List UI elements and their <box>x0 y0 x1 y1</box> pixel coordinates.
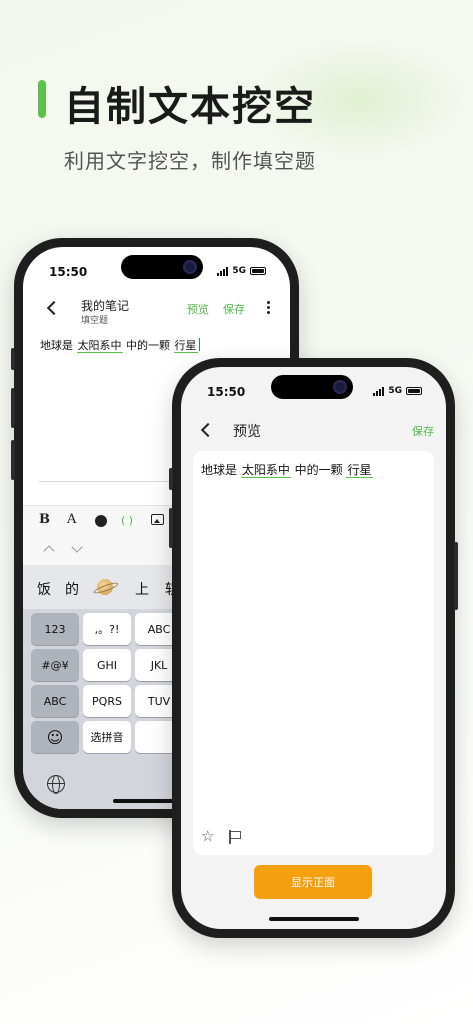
chevron-down-icon[interactable] <box>71 541 83 553</box>
preview-phone: 15:50 5G 预览 保存 地球是 太阳系中 中的一颗 行星 ☆ 显示正面 <box>169 358 458 938</box>
power-button <box>454 542 458 610</box>
more-icon[interactable] <box>267 301 271 314</box>
hero-title: 自制文本挖空 <box>64 84 316 130</box>
cloze-icon[interactable]: ( ) <box>121 514 133 527</box>
key-123[interactable]: 123 <box>31 613 79 645</box>
volume-down-button <box>11 440 15 480</box>
network-label: 5G <box>232 266 246 276</box>
key-pqrs[interactable]: PQRS <box>83 685 131 717</box>
status-time: 15:50 <box>49 265 88 279</box>
key-abc-mode[interactable]: ABC <box>31 685 79 717</box>
cloze-blank[interactable]: 太阳系中 <box>240 463 291 478</box>
key-symbols[interactable]: #@¥ <box>31 649 79 681</box>
side-button <box>11 348 15 370</box>
volume-up-button <box>11 388 15 428</box>
color-dot-icon[interactable] <box>95 515 107 527</box>
note-editor[interactable]: 地球是 太阳系中 中的一颗 行星 <box>40 337 200 353</box>
status-right: 5G <box>217 266 266 276</box>
preview-header: 预览 保存 <box>181 407 446 451</box>
note-text-segment: 中的一颗 <box>122 339 174 352</box>
cloze-blank[interactable]: 行星 <box>173 339 198 353</box>
save-button[interactable]: 保存 <box>412 423 434 439</box>
camera-icon <box>183 260 197 274</box>
card-text: 地球是 太阳系中 中的一颗 行星 <box>201 461 373 478</box>
planet-emoji-icon[interactable] <box>97 579 113 595</box>
side-button <box>169 468 173 490</box>
battery-icon <box>406 387 422 395</box>
chevron-up-icon[interactable] <box>43 545 55 557</box>
preview-title: 预览 <box>233 424 261 440</box>
back-icon[interactable] <box>200 422 216 438</box>
hero-subtitle: 利用文字挖空，制作填空题 <box>64 149 316 173</box>
signal-icon <box>373 386 385 396</box>
hero-accent-bar <box>38 80 46 118</box>
flag-icon[interactable] <box>229 830 241 844</box>
font-icon[interactable]: A <box>67 512 76 527</box>
key-punctuation[interactable]: ,。?! <box>83 613 131 645</box>
star-icon[interactable]: ☆ <box>201 827 214 845</box>
battery-icon <box>250 267 266 275</box>
emoji-icon[interactable]: ☺ <box>31 721 79 753</box>
network-label: 5G <box>388 386 402 396</box>
save-button[interactable]: 保存 <box>223 301 245 317</box>
text-caret <box>198 338 200 351</box>
image-icon[interactable] <box>151 514 164 525</box>
dynamic-island <box>121 255 203 279</box>
globe-icon[interactable] <box>47 775 65 794</box>
candidate-item[interactable]: 上 <box>135 579 149 599</box>
camera-icon <box>333 380 347 394</box>
note-subtitle: 填空题 <box>81 316 109 326</box>
card-text-segment: 地球是 <box>201 463 241 477</box>
preview-screen: 15:50 5G 预览 保存 地球是 太阳系中 中的一颗 行星 ☆ 显示正面 <box>181 367 446 929</box>
back-icon[interactable] <box>46 300 62 316</box>
note-title: 我的笔记 <box>81 299 130 313</box>
note-text-segment: 地球是 <box>40 339 77 352</box>
candidate-item[interactable]: 的 <box>65 579 79 599</box>
cloze-blank[interactable]: 太阳系中 <box>76 339 123 353</box>
editor-header: 我的笔记 填空题 预览 保存 <box>23 287 290 331</box>
preview-card: 地球是 太阳系中 中的一颗 行星 ☆ <box>193 451 434 855</box>
volume-up-button <box>169 508 173 548</box>
status-time: 15:50 <box>207 385 246 399</box>
signal-icon <box>217 266 229 276</box>
status-right: 5G <box>373 386 422 396</box>
show-front-button[interactable]: 显示正面 <box>254 865 372 899</box>
bold-icon[interactable]: B <box>39 512 50 527</box>
key-ghi[interactable]: GHI <box>83 649 131 681</box>
card-text-segment: 中的一颗 <box>290 463 347 477</box>
key-pinyin[interactable]: 选拼音 <box>83 721 131 753</box>
candidate-item[interactable]: 饭 <box>37 579 51 599</box>
home-indicator <box>269 917 359 921</box>
cloze-blank[interactable]: 行星 <box>346 463 373 478</box>
dynamic-island <box>271 375 353 399</box>
preview-button[interactable]: 预览 <box>187 301 209 317</box>
